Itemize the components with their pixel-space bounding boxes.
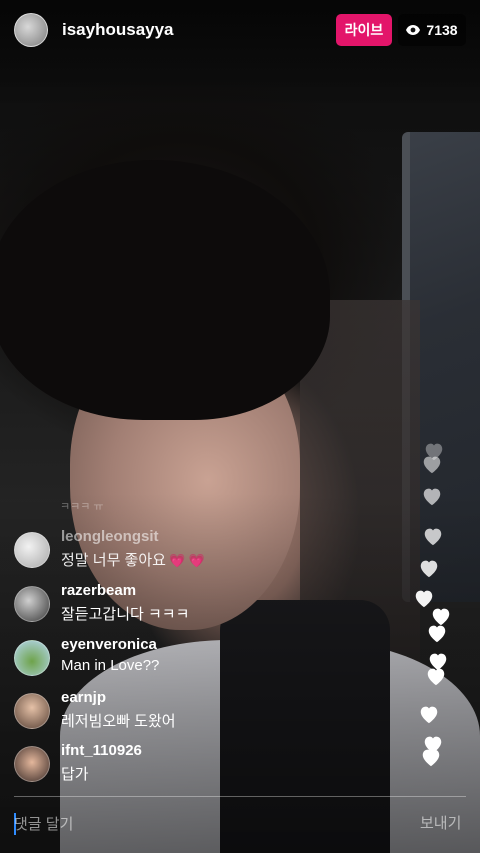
comment-item: eyenveronica Man in Love?? <box>14 636 374 684</box>
comment-item: razerbeam 잘듣고갑니다 ㅋㅋㅋ <box>14 582 374 630</box>
comment-text: 잘듣고갑니다 ㅋㅋㅋ <box>61 606 190 623</box>
comment-text: 레저빔오빠 도왔어 <box>61 713 176 730</box>
broadcaster-username[interactable]: isayhousayya <box>62 20 174 40</box>
send-button[interactable]: 보내기 <box>420 812 461 833</box>
broadcaster-avatar[interactable] <box>14 13 48 47</box>
comment-text: 정말 너무 좋아요 💗 💗 <box>61 549 205 570</box>
comment-text: Man in Love?? <box>61 657 160 674</box>
comment-text: 답가 <box>61 766 89 783</box>
comment-input[interactable] <box>14 812 354 836</box>
eye-icon <box>406 25 421 35</box>
comment-username[interactable]: earnjp <box>61 689 106 706</box>
comment-username[interactable]: ifnt_110926 <box>61 742 142 759</box>
heart-icon <box>422 525 444 547</box>
heart-icon <box>421 485 443 507</box>
viewer-count[interactable]: 7138 <box>398 14 466 46</box>
heart-icon <box>418 703 440 725</box>
live-badge: 라이브 <box>336 14 392 46</box>
comment-avatar[interactable] <box>14 640 50 676</box>
heart-icon <box>421 453 443 475</box>
comment-bar-divider <box>14 796 466 797</box>
comment-username[interactable]: razerbeam <box>61 582 136 599</box>
heart-icon <box>425 665 447 687</box>
comment-item: earnjp 레저빔오빠 도왔어 <box>14 689 374 737</box>
comment-item: leongleongsit 정말 너무 좋아요 💗 💗 <box>14 528 374 576</box>
comment-username[interactable]: eyenveronica <box>61 636 157 653</box>
live-header: isayhousayya 라이브 7138 <box>0 0 480 64</box>
faded-comment: ㅋㅋㅋ ㅠ <box>60 501 104 513</box>
comment-avatar[interactable] <box>14 693 50 729</box>
comment-avatar[interactable] <box>14 532 50 568</box>
hair <box>0 160 330 420</box>
heart-icon <box>426 622 448 644</box>
comment-username[interactable]: leongleongsit <box>61 528 159 545</box>
comment-item: ifnt_110926 답가 <box>14 742 374 790</box>
comment-text-body: 정말 너무 좋아요 <box>61 552 166 569</box>
comment-avatar[interactable] <box>14 586 50 622</box>
heart-emoji-icon: 💗 💗 <box>168 553 205 568</box>
comment-avatar[interactable] <box>14 746 50 782</box>
viewer-count-value: 7138 <box>426 22 458 38</box>
heart-icon <box>418 557 440 579</box>
heart-icon <box>420 746 442 768</box>
